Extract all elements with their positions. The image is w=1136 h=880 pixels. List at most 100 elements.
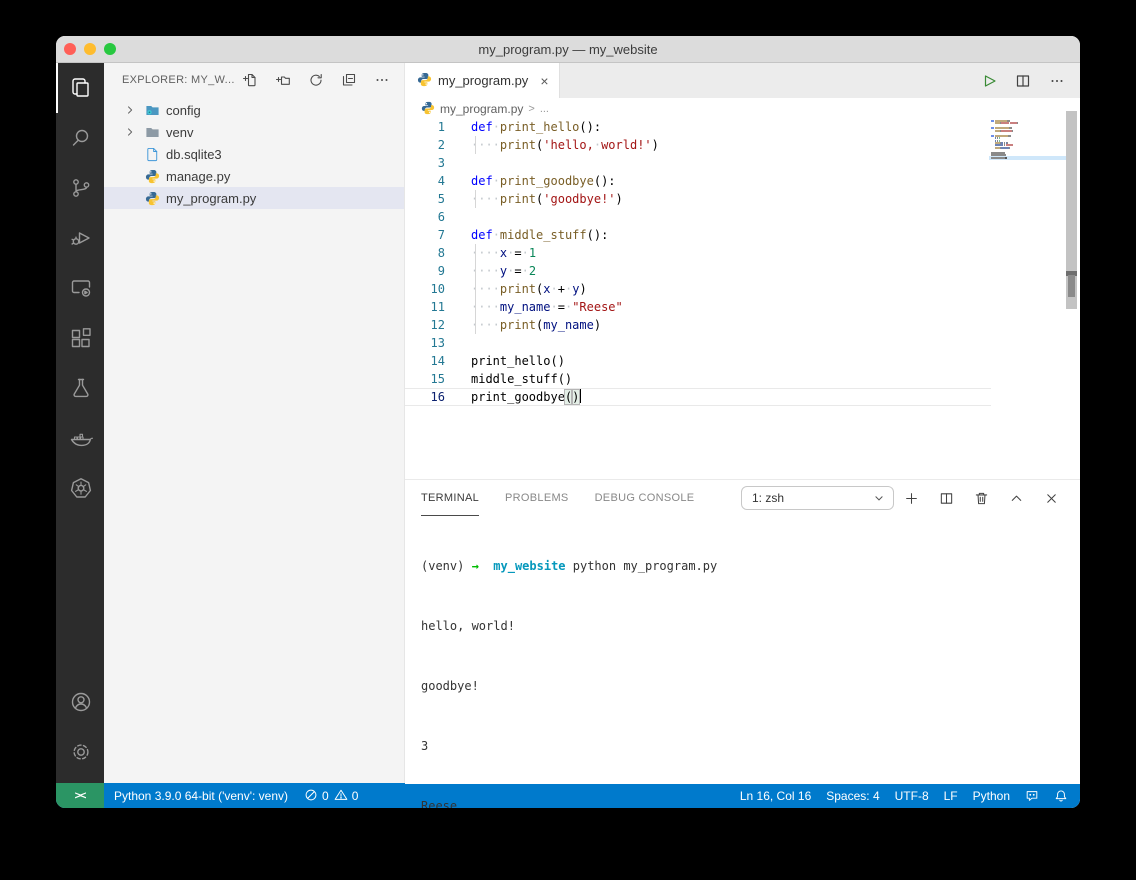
file-tree: config venv db.sqlite3 manage.py my_prog… — [104, 97, 404, 209]
collapse-all-button[interactable] — [339, 70, 359, 90]
refresh-button[interactable] — [306, 70, 326, 90]
tree-item-manage-py[interactable]: manage.py — [104, 165, 404, 187]
split-editor-button[interactable] — [1014, 72, 1032, 90]
code-line[interactable]: 3 — [405, 154, 991, 172]
line-number: 5 — [405, 190, 445, 208]
new-file-button[interactable] — [240, 70, 260, 90]
tab-debug-console[interactable]: DEBUG CONSOLE — [595, 480, 695, 516]
tree-item-venv[interactable]: venv — [104, 121, 404, 143]
split-terminal-button[interactable] — [937, 489, 955, 507]
code-line[interactable]: 12 ····print(my_name) — [405, 316, 991, 334]
activity-bar-item-explorer[interactable] — [56, 63, 104, 113]
code-line[interactable]: 14 print_hello() — [405, 352, 991, 370]
activity-bar-item-run-debug[interactable] — [56, 213, 104, 263]
code-editor[interactable]: 1 def·print_hello(): 2 ····print('hello,… — [405, 120, 1080, 479]
chevron-right-icon — [124, 102, 140, 118]
error-icon — [304, 788, 318, 805]
line-number: 11 — [405, 298, 445, 316]
more-button[interactable] — [1048, 72, 1066, 90]
account-icon — [69, 690, 93, 714]
breadcrumb-separator: > — [528, 103, 534, 115]
tab-my-program[interactable]: my_program.py × — [405, 63, 560, 98]
new-folder-button[interactable] — [273, 70, 293, 90]
problems-status[interactable]: 0 0 — [304, 788, 358, 805]
remote-explorer-icon — [69, 276, 93, 300]
kill-terminal-button[interactable] — [972, 489, 990, 507]
line-number: 14 — [405, 352, 445, 370]
tree-item-config[interactable]: config — [104, 99, 404, 121]
editor-scrollbar[interactable] — [1066, 111, 1077, 309]
editor-group: my_program.py × my_program.py > ... 1 de… — [405, 63, 1080, 783]
code-line[interactable]: 16 print_goodbye() — [405, 388, 991, 406]
title-bar[interactable]: my_program.py — my_website — [56, 36, 1080, 63]
run-button[interactable] — [980, 72, 998, 90]
new-terminal-button[interactable] — [902, 489, 920, 507]
folder-icon — [144, 124, 160, 140]
activity-bar-item-settings[interactable] — [56, 727, 104, 777]
activity-bar-item-account[interactable] — [56, 677, 104, 727]
code-text: def·print_goodbye(): — [445, 172, 616, 190]
line-number: 7 — [405, 226, 445, 244]
breadcrumb-file[interactable]: my_program.py — [440, 102, 523, 116]
code-line[interactable]: 13 — [405, 334, 991, 352]
code-line[interactable]: 5 ····print('goodbye!') — [405, 190, 991, 208]
tab-problems[interactable]: PROBLEMS — [505, 480, 569, 516]
line-number: 15 — [405, 370, 445, 388]
activity-bar-item-docker[interactable] — [56, 413, 104, 463]
warning-count: 0 — [352, 789, 359, 803]
chevron-right-icon — [124, 146, 140, 162]
chevron-down-icon — [873, 492, 885, 504]
activity-bar-item-extensions[interactable] — [56, 313, 104, 363]
code-line[interactable]: 15 middle_stuff() — [405, 370, 991, 388]
code-text: ····print(x·+·y) — [445, 280, 587, 298]
maximize-panel-button[interactable] — [1007, 489, 1025, 507]
activity-bar-item-kubernetes[interactable] — [56, 463, 104, 513]
code-line[interactable]: 6 — [405, 208, 991, 226]
tab-terminal[interactable]: TERMINAL — [421, 480, 479, 516]
terminal-output[interactable]: (venv) → my_website python my_program.py… — [405, 516, 1080, 808]
remote-indicator[interactable]: >< — [56, 783, 104, 808]
tab-label: my_program.py — [438, 73, 528, 88]
terminal-line: (venv) → my_website python my_program.py — [421, 559, 1080, 574]
chevron-right-icon — [124, 190, 140, 206]
close-tab-icon[interactable]: × — [540, 73, 548, 89]
breadcrumb[interactable]: my_program.py > ... — [405, 98, 1080, 120]
breadcrumb-more[interactable]: ... — [540, 103, 549, 115]
error-count: 0 — [322, 789, 329, 803]
activity-bar-item-search[interactable] — [56, 113, 104, 163]
more-button[interactable] — [372, 70, 392, 90]
code-text: def·print_hello(): — [445, 120, 601, 136]
line-number: 8 — [405, 244, 445, 262]
activity-bar-item-source-control[interactable] — [56, 163, 104, 213]
activity-bar-item-testing[interactable] — [56, 363, 104, 413]
line-number: 10 — [405, 280, 445, 298]
code-line[interactable]: 8 ····x·=·1 — [405, 244, 991, 262]
code-line[interactable]: 4 def·print_goodbye(): — [405, 172, 991, 190]
code-line[interactable]: 1 def·print_hello(): — [405, 120, 991, 136]
close-panel-button[interactable] — [1042, 489, 1060, 507]
desktop-background: my_program.py — my_website EXPLORER: MY_… — [0, 0, 1136, 880]
bottom-panel: TERMINAL PROBLEMS DEBUG CONSOLE 1: zsh (… — [405, 479, 1080, 784]
code-text: ····print('hello,·world!') — [445, 136, 659, 154]
terminal-selector-dropdown[interactable]: 1: zsh — [741, 486, 894, 510]
code-line[interactable]: 7 def·middle_stuff(): — [405, 226, 991, 244]
tree-item-db-sqlite3[interactable]: db.sqlite3 — [104, 143, 404, 165]
code-text: ····print('goodbye!') — [445, 190, 623, 208]
code-line[interactable]: 10 ····print(x·+·y) — [405, 280, 991, 298]
activity-bar — [56, 63, 104, 783]
tree-item-label: manage.py — [166, 169, 230, 184]
code-line[interactable]: 9 ····y·=·2 — [405, 262, 991, 280]
line-number: 6 — [405, 208, 445, 226]
folder-config-icon — [144, 102, 160, 118]
activity-bar-item-remote-explorer[interactable] — [56, 263, 104, 313]
code-line[interactable]: 2 ····print('hello,·world!') — [405, 136, 991, 154]
kubernetes-icon — [69, 476, 93, 500]
code-text — [445, 334, 471, 352]
code-text: print_goodbye() — [445, 389, 581, 405]
explorer-sidebar: EXPLORER: MY_W... config venv db.sqlite3… — [104, 63, 405, 783]
minimap[interactable] — [991, 120, 1065, 420]
code-line[interactable]: 11 ····my_name·=·"Reese" — [405, 298, 991, 316]
python-interpreter-status[interactable]: Python 3.9.0 64-bit ('venv': venv) — [114, 789, 288, 803]
settings-icon — [69, 740, 93, 764]
tree-item-my_program-py[interactable]: my_program.py — [104, 187, 404, 209]
